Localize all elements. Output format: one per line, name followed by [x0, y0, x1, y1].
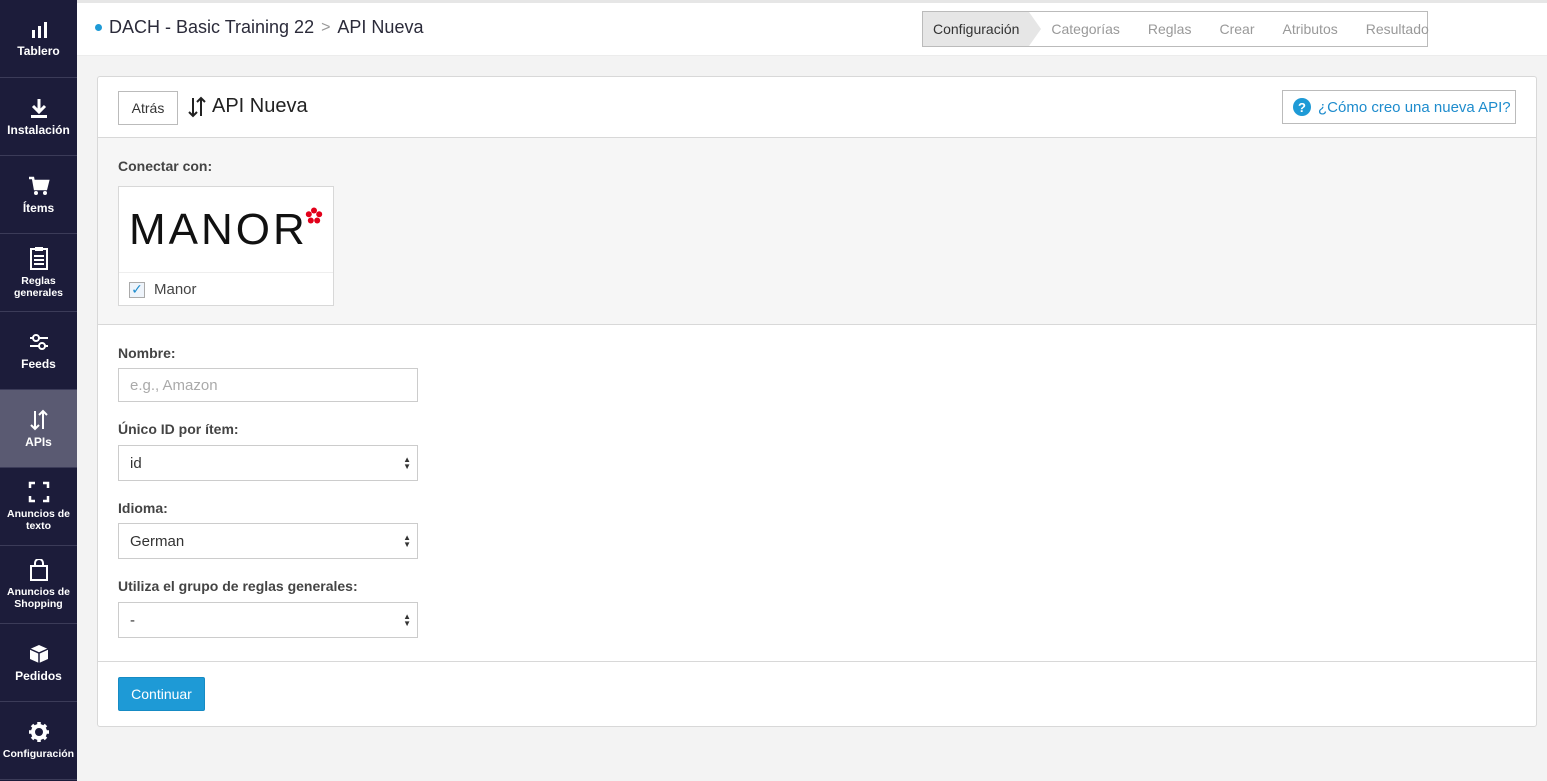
name-input[interactable] [118, 368, 418, 402]
partner-card-manor[interactable]: MANOR ✓ Manor [118, 186, 334, 306]
sidebar-item-label: Reglas generales [13, 275, 64, 299]
wizard-step-configuracion[interactable]: Configuración [923, 12, 1042, 46]
help-button-label: ¿Cómo creo una nueva API? [1318, 98, 1511, 116]
wizard-step-resultado[interactable]: Resultado [1352, 12, 1443, 46]
language-select[interactable]: German ▲ ▼ [118, 523, 418, 559]
unique-id-value: id [130, 454, 142, 472]
sidebar-item-label: Ítems [22, 200, 55, 215]
sidebar-item-feeds[interactable]: Feeds [0, 312, 77, 390]
breadcrumb-project[interactable]: DACH - Basic Training 22 [109, 17, 314, 38]
box-icon [29, 644, 48, 663]
frame-icon [28, 481, 49, 503]
unique-id-select[interactable]: id ▲ ▼ [118, 445, 418, 481]
rule-group-value: - [130, 611, 135, 629]
sidebar-item-label: APIs [25, 434, 52, 449]
wizard-step-reglas[interactable]: Reglas [1134, 12, 1206, 46]
partner-check-row: ✓ Manor [119, 273, 333, 306]
breadcrumb: DACH - Basic Training 22 > API Nueva [95, 17, 423, 38]
manor-logo: MANOR [119, 187, 333, 273]
name-label: Nombre: [118, 345, 176, 361]
api-form-card: Atrás API Nueva ? ¿Cómo creo una nueva A… [97, 76, 1537, 727]
wizard-steps: Configuración Categorías Reglas Crear At… [922, 11, 1429, 47]
continue-button[interactable]: Continuar [118, 677, 205, 711]
manor-checkbox[interactable]: ✓ [129, 281, 145, 298]
sidebar-item-label: Tablero [17, 43, 60, 58]
rule-group-label: Utiliza el grupo de reglas generales: [118, 578, 358, 594]
sidebar: Tablero Instalación Ítems Reglas general… [0, 0, 77, 781]
page-title: API Nueva [186, 95, 308, 118]
wizard-step-atributos[interactable]: Atributos [1268, 12, 1351, 46]
cart-icon [28, 176, 50, 195]
top-bar: DACH - Basic Training 22 > API Nueva Con… [77, 0, 1547, 56]
bar-chart-icon [31, 21, 47, 38]
back-button[interactable]: Atrás [118, 91, 178, 125]
sidebar-item-configuracion[interactable]: Configuración [0, 702, 77, 780]
gear-icon [28, 722, 49, 742]
connect-label: Conectar con: [118, 158, 213, 174]
form-section: Nombre: Único ID por ítem: id ▲▼ Idioma:… [98, 325, 1536, 662]
status-dot [95, 24, 102, 31]
sidebar-item-label: Instalación [7, 122, 70, 137]
arrows-updown-icon [188, 96, 206, 117]
wizard-step-crear[interactable]: Crear [1205, 12, 1268, 46]
sidebar-item-label: Anuncios de texto [6, 508, 70, 532]
language-label: Idioma: [118, 500, 168, 516]
sidebar-item-instalacion[interactable]: Instalación [0, 78, 77, 156]
page-title-text: API Nueva [212, 95, 308, 117]
sidebar-item-anuncios-texto[interactable]: Anuncios de texto [0, 468, 77, 546]
wizard-step-categorias[interactable]: Categorías [1037, 12, 1133, 46]
sidebar-item-label: Feeds [21, 356, 56, 371]
question-icon: ? [1293, 98, 1311, 116]
help-button[interactable]: ? ¿Cómo creo una nueva API? [1282, 90, 1516, 124]
arrows-updown-icon [29, 409, 48, 430]
select-arrows-icon: ▲ ▼ [403, 533, 411, 549]
rule-group-select[interactable]: - ▲ ▼ [118, 602, 418, 638]
sidebar-item-label: Configuración [2, 748, 75, 760]
language-value: German [130, 532, 185, 550]
clipboard-icon [29, 247, 48, 270]
download-icon [30, 98, 47, 118]
partner-name: Manor [154, 281, 197, 298]
select-arrows-icon: ▲ ▼ [403, 612, 411, 628]
sidebar-item-label: Anuncios de Shopping [6, 586, 70, 610]
breadcrumb-current: API Nueva [337, 17, 424, 37]
unique-id-label: Único ID por ítem: [118, 421, 239, 437]
connect-section: Conectar con: MANOR ✓ Manor [98, 138, 1536, 325]
sidebar-item-reglas-generales[interactable]: Reglas generales [0, 234, 77, 312]
sidebar-item-label: Pedidos [15, 668, 62, 683]
sidebar-item-anuncios-shopping[interactable]: Anuncios de Shopping [0, 546, 77, 624]
flower-icon [305, 207, 323, 224]
sliders-icon [29, 333, 48, 350]
sidebar-item-items[interactable]: Ítems [0, 156, 77, 234]
select-arrows-icon: ▲ ▼ [403, 455, 411, 471]
sidebar-item-pedidos[interactable]: Pedidos [0, 624, 77, 702]
card-header: Atrás API Nueva ? ¿Cómo creo una nueva A… [98, 77, 1536, 138]
sidebar-item-apis[interactable]: APIs [0, 390, 77, 468]
bag-icon [29, 559, 48, 581]
sidebar-item-tablero[interactable]: Tablero [0, 0, 77, 78]
manor-logo-text: MANOR [129, 204, 308, 254]
breadcrumb-separator: > [321, 18, 331, 36]
